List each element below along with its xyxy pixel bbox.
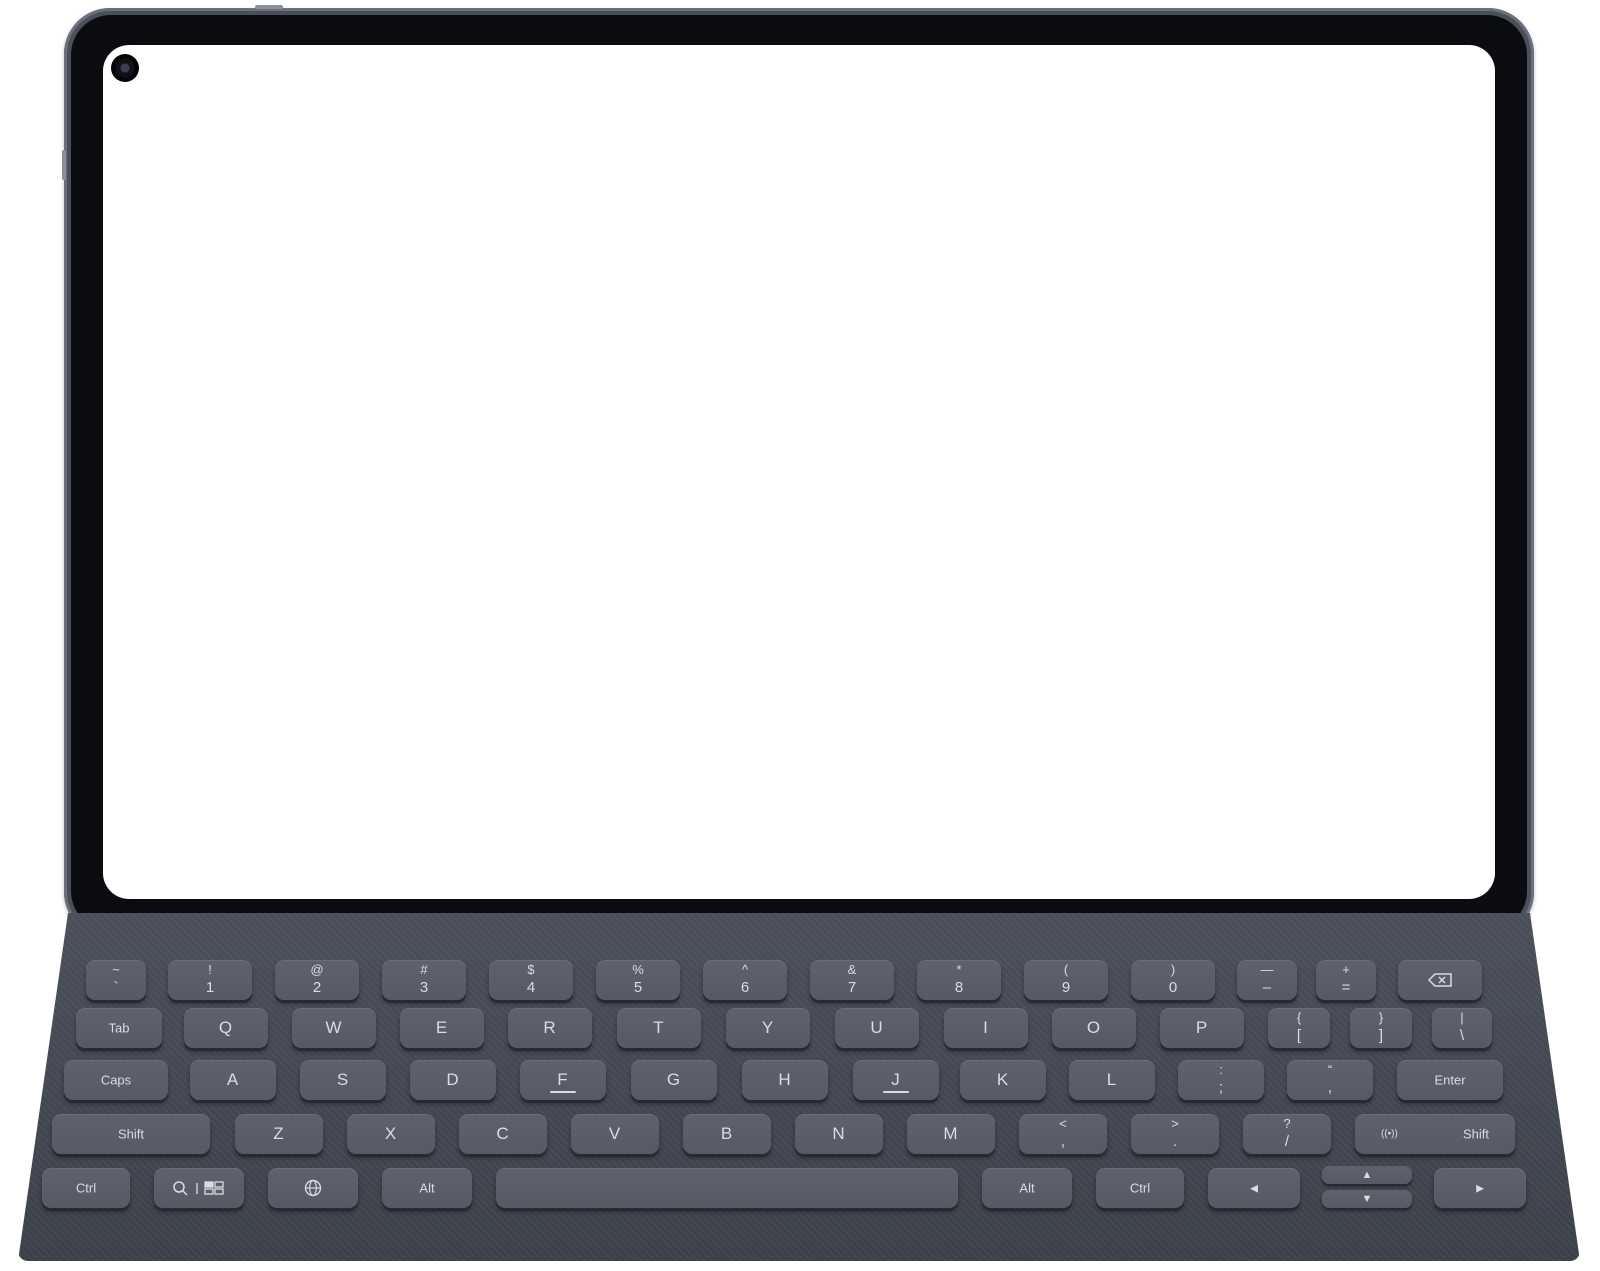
key-6[interactable]: ^ 6 [703, 960, 787, 1000]
key-shift-right[interactable]: ((•)) Shift [1355, 1114, 1515, 1154]
key-g[interactable]: G [631, 1060, 717, 1100]
key-d[interactable]: D [410, 1060, 496, 1100]
key-1[interactable]: ! 1 [168, 960, 252, 1000]
key-quote[interactable]: “, [1287, 1060, 1373, 1100]
volume-button[interactable] [62, 150, 66, 180]
key-k[interactable]: K [960, 1060, 1046, 1100]
key-backtick[interactable]: ~ ` [86, 960, 146, 1000]
key-arrow-right[interactable]: ► [1434, 1168, 1526, 1208]
wireless-icon: ((•)) [1381, 1128, 1398, 1140]
key-y[interactable]: Y [726, 1008, 810, 1048]
key-b[interactable]: B [683, 1114, 771, 1154]
key-x[interactable]: X [347, 1114, 435, 1154]
key-3[interactable]: #3 [382, 960, 466, 1000]
key-m[interactable]: M [907, 1114, 995, 1154]
key-4[interactable]: $4 [489, 960, 573, 1000]
key-slash[interactable]: ? / [1243, 1114, 1331, 1154]
key-comma[interactable]: <, [1019, 1114, 1107, 1154]
key-j[interactable]: J [853, 1060, 939, 1100]
key-right-bracket[interactable]: }] [1350, 1008, 1412, 1048]
key-z[interactable]: Z [235, 1114, 323, 1154]
key-tab[interactable]: Tab [76, 1008, 162, 1048]
key-2[interactable]: @2 [275, 960, 359, 1000]
key-q[interactable]: Q [184, 1008, 268, 1048]
tablet-body [64, 8, 1534, 938]
key-e[interactable]: E [400, 1008, 484, 1048]
home-bump-j [883, 1091, 909, 1093]
key-o[interactable]: O [1052, 1008, 1136, 1048]
key-s[interactable]: S [300, 1060, 386, 1100]
key-h[interactable]: H [742, 1060, 828, 1100]
key-backspace[interactable] [1398, 960, 1482, 1000]
key-space[interactable] [496, 1168, 958, 1208]
key-ctrl-left[interactable]: Ctrl [42, 1168, 130, 1208]
key-shift-left[interactable]: Shift [52, 1114, 210, 1154]
key-ctrl-right[interactable]: Ctrl [1096, 1168, 1184, 1208]
key-7[interactable]: & 7 [810, 960, 894, 1000]
key-p[interactable]: P [1160, 1008, 1244, 1048]
key-left-bracket[interactable]: {[ [1268, 1008, 1330, 1048]
key-9[interactable]: (9 [1024, 960, 1108, 1000]
key-globe[interactable] [268, 1168, 358, 1208]
key-arrow-up[interactable]: ▲ [1322, 1166, 1412, 1184]
key-u[interactable]: U [835, 1008, 919, 1048]
power-button[interactable] [255, 5, 283, 9]
key-0[interactable]: ) 0 [1131, 960, 1215, 1000]
key-enter[interactable]: Enter [1397, 1060, 1503, 1100]
key-f[interactable]: F [520, 1060, 606, 1100]
globe-icon [304, 1179, 322, 1197]
tablet-screen[interactable] [103, 45, 1495, 899]
key-c[interactable]: C [459, 1114, 547, 1154]
key-semicolon[interactable]: :; [1178, 1060, 1264, 1100]
key-t[interactable]: T [617, 1008, 701, 1048]
key-w[interactable]: W [292, 1008, 376, 1048]
key-5[interactable]: % 5 [596, 960, 680, 1000]
search-multitask-icons [173, 1181, 224, 1196]
home-bump-f [550, 1091, 576, 1093]
key-search-multitask[interactable] [154, 1168, 244, 1208]
key-r[interactable]: R [508, 1008, 592, 1048]
key-minus[interactable]: — – [1237, 960, 1297, 1000]
key-period[interactable]: >. [1131, 1114, 1219, 1154]
tablet-bezel [71, 15, 1527, 931]
key-alt-right[interactable]: Alt [982, 1168, 1072, 1208]
backspace-icon [1427, 973, 1452, 987]
multitask-icon [204, 1181, 224, 1195]
key-arrow-left[interactable]: ◄ [1208, 1168, 1300, 1208]
key-i[interactable]: I [944, 1008, 1028, 1048]
key-caps[interactable]: Caps [64, 1060, 168, 1100]
front-camera-icon [111, 54, 139, 82]
key-backslash[interactable]: | \ [1432, 1008, 1492, 1048]
key-v[interactable]: V [571, 1114, 659, 1154]
key-8[interactable]: * 8 [917, 960, 1001, 1000]
key-equals[interactable]: + = [1316, 960, 1376, 1000]
key-alt-left[interactable]: Alt [382, 1168, 472, 1208]
key-a[interactable]: A [190, 1060, 276, 1100]
key-l[interactable]: L [1069, 1060, 1155, 1100]
key-n[interactable]: N [795, 1114, 883, 1154]
key-arrow-down[interactable]: ▼ [1322, 1190, 1412, 1208]
search-icon [173, 1181, 188, 1196]
